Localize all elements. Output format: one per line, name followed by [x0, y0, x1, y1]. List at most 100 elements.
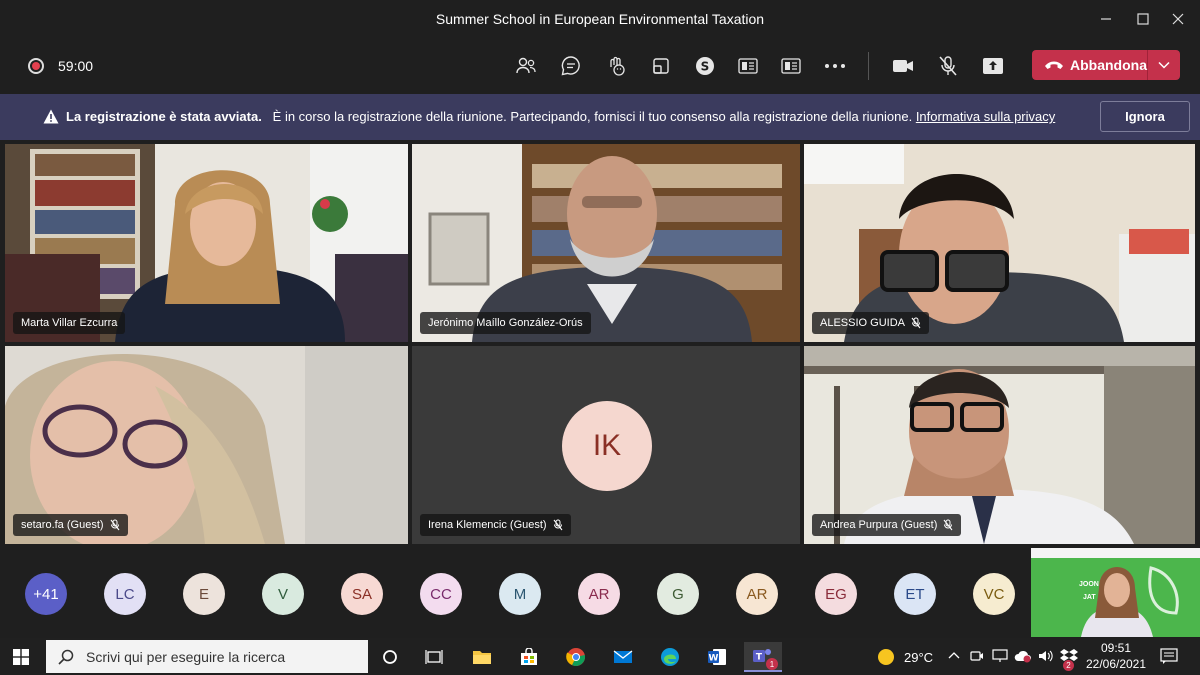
- chevron-down-icon: [1158, 61, 1170, 69]
- breakout-rooms-icon: [653, 58, 669, 74]
- word-button[interactable]: W: [698, 642, 736, 672]
- toolbar-divider: [868, 52, 869, 80]
- participant-avatar[interactable]: ET: [894, 573, 936, 615]
- windows-logo-icon: [13, 649, 29, 665]
- video-tile[interactable]: IK Irena Klemencic (Guest): [412, 346, 800, 544]
- cortana-icon: [383, 650, 397, 664]
- word-icon: W: [708, 649, 726, 665]
- rooms-button[interactable]: [646, 52, 676, 80]
- privacy-link[interactable]: Informativa sulla privacy: [916, 109, 1055, 124]
- teams-button[interactable]: T 1: [744, 642, 782, 672]
- close-window-button[interactable]: [1156, 0, 1200, 38]
- weather-sun-icon[interactable]: [877, 648, 895, 666]
- svg-text:S: S: [701, 60, 710, 74]
- folder-icon: [473, 651, 491, 664]
- leave-options-dropdown[interactable]: [1148, 50, 1180, 80]
- mic-muted-icon: [110, 519, 119, 531]
- cortana-button[interactable]: [371, 642, 409, 672]
- video-tile[interactable]: Jerónimo Maíllo González-Orús: [412, 144, 800, 342]
- meeting-timer: 59:00: [58, 58, 94, 74]
- participant-avatar[interactable]: V: [262, 573, 304, 615]
- participant-name-label: Marta Villar Ezcurra: [13, 312, 126, 334]
- camera-icon: [893, 60, 913, 72]
- meeting-toolbar: 59:00 S Abbandona: [0, 38, 1200, 94]
- video-tile[interactable]: ALESSIO GUIDA: [804, 144, 1195, 342]
- title-bar: Summer School in European Environmental …: [0, 0, 1200, 38]
- weather-temperature[interactable]: 29°C: [904, 650, 933, 665]
- participant-avatar[interactable]: AR: [736, 573, 778, 615]
- notification-center-icon[interactable]: [1160, 648, 1178, 664]
- chrome-button[interactable]: [557, 642, 595, 672]
- participant-name-label: Irena Klemencic (Guest): [420, 514, 571, 536]
- banner-text: È in corso la registrazione della riunio…: [272, 109, 913, 124]
- meet-now-icon[interactable]: [970, 649, 984, 663]
- more-actions-button[interactable]: [820, 52, 850, 80]
- participant-avatar[interactable]: LC: [104, 573, 146, 615]
- chrome-icon: [566, 648, 586, 666]
- video-tile[interactable]: Andrea Purpura (Guest): [804, 346, 1195, 544]
- dropbox-notification-badge: 2: [1063, 660, 1074, 671]
- leave-label: Abbandona: [1070, 57, 1147, 73]
- window-title: Summer School in European Environmental …: [435, 11, 765, 27]
- app-button-1[interactable]: [733, 52, 763, 80]
- start-button[interactable]: [2, 642, 40, 672]
- participant-avatar[interactable]: G: [657, 573, 699, 615]
- app-button-2[interactable]: [776, 52, 806, 80]
- microphone-button[interactable]: [933, 52, 963, 80]
- leave-main-button[interactable]: Abbandona: [1032, 50, 1148, 80]
- camera-button[interactable]: [888, 52, 918, 80]
- onedrive-icon[interactable]: [1014, 649, 1032, 663]
- participant-avatar-row: +41 LC E V SA CC M AR G AR EG ET VC: [0, 548, 1030, 638]
- participant-avatar[interactable]: AR: [578, 573, 620, 615]
- self-view-video[interactable]: JOON JAT: [1031, 548, 1200, 637]
- edge-button[interactable]: [651, 642, 689, 672]
- chat-button[interactable]: [556, 52, 586, 80]
- participant-avatar[interactable]: VC: [973, 573, 1015, 615]
- participant-avatar[interactable]: E: [183, 573, 225, 615]
- mail-button[interactable]: [604, 642, 642, 672]
- minimize-icon: [1101, 18, 1111, 20]
- video-tile[interactable]: Marta Villar Ezcurra: [5, 144, 408, 342]
- self-view-text: JAT: [1083, 594, 1096, 601]
- banner-bold-text: La registrazione è stata avviata.: [66, 109, 262, 124]
- volume-icon[interactable]: [1038, 649, 1054, 663]
- reactions-button[interactable]: [601, 52, 631, 80]
- edge-icon: [661, 648, 679, 666]
- teams-notification-badge: 1: [766, 658, 778, 670]
- participant-avatar: IK: [562, 401, 652, 491]
- share-screen-button[interactable]: [978, 52, 1008, 80]
- participant-name-label: setaro.fa (Guest): [13, 514, 128, 536]
- mail-icon: [613, 650, 633, 663]
- skype-app-button[interactable]: S: [690, 52, 720, 80]
- participants-button[interactable]: [511, 52, 541, 80]
- more-icon: [825, 64, 845, 68]
- store-icon: [521, 648, 537, 665]
- clock-time[interactable]: 09:51: [1088, 641, 1144, 655]
- participant-avatar[interactable]: CC: [420, 573, 462, 615]
- store-button[interactable]: [510, 642, 548, 672]
- more-participants-button[interactable]: +41: [25, 573, 67, 615]
- chevron-up-icon[interactable]: [948, 651, 960, 659]
- recording-indicator-icon: [28, 58, 44, 74]
- participant-name-label: Jerónimo Maíllo González-Orús: [420, 312, 591, 334]
- task-view-button[interactable]: [415, 642, 453, 672]
- mic-muted-icon: [911, 317, 921, 329]
- chat-icon: [561, 56, 580, 76]
- taskbar-search-input[interactable]: Scrivi qui per eseguire la ricerca: [46, 640, 368, 673]
- leave-button[interactable]: Abbandona: [1032, 50, 1180, 80]
- microphone-muted-icon: [939, 56, 957, 76]
- file-explorer-button[interactable]: [463, 642, 501, 672]
- maximize-icon: [1137, 13, 1149, 25]
- recording-banner: La registrazione è stata avviata. È in c…: [0, 94, 1200, 140]
- app-grid-icon: [781, 58, 801, 74]
- participant-avatar[interactable]: SA: [341, 573, 383, 615]
- network-icon[interactable]: [992, 649, 1008, 663]
- video-tile[interactable]: setaro.fa (Guest): [5, 346, 408, 544]
- participant-avatar[interactable]: M: [499, 573, 541, 615]
- people-icon: [516, 57, 536, 74]
- participant-avatar[interactable]: EG: [815, 573, 857, 615]
- teams-meeting-window: Summer School in European Environmental …: [0, 0, 1200, 675]
- clock-date[interactable]: 22/06/2021: [1084, 657, 1148, 671]
- ignore-button[interactable]: Ignora: [1100, 101, 1190, 132]
- app-grid-icon: [738, 58, 758, 74]
